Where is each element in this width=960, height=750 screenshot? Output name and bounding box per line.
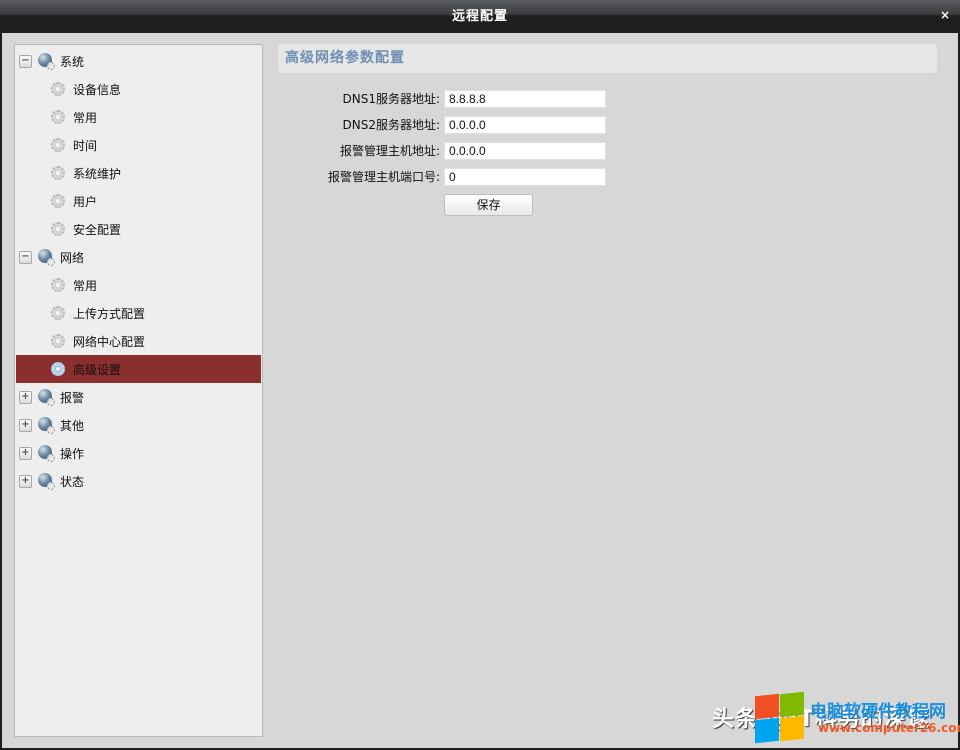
alarm-host-row: 报警管理主机地址:	[278, 142, 608, 160]
gear-icon	[51, 110, 65, 124]
gear-icon	[51, 82, 65, 96]
tree-group-alarm[interactable]: + 报警	[15, 383, 262, 411]
config-tree: − 系统 设备信息 常用 时间 系统维护 用户 安全配置 − 网络 常用 上传方…	[14, 44, 263, 737]
dns2-row: DNS2服务器地址:	[278, 116, 608, 134]
section-header: 高级网络参数配置	[278, 44, 937, 73]
alarm-port-label: 报警管理主机端口号:	[327, 170, 440, 184]
gear-icon	[51, 278, 65, 292]
globe-gear-icon	[38, 417, 55, 434]
tree-group-operation[interactable]: + 操作	[15, 439, 262, 467]
globe-gear-icon	[38, 445, 55, 462]
collapse-toggle-icon[interactable]: −	[19, 250, 32, 264]
tree-item-time[interactable]: 时间	[15, 131, 262, 159]
tree-group-label: 操作	[60, 446, 85, 461]
gear-icon	[51, 222, 65, 236]
globe-gear-icon	[38, 473, 55, 490]
alarm-host-input[interactable]	[444, 142, 606, 160]
tree-item-label: 高级设置	[73, 362, 122, 377]
expand-toggle-icon[interactable]: +	[19, 474, 32, 488]
tree-group-system[interactable]: − 系统	[15, 47, 262, 75]
tree-item-maintenance[interactable]: 系统维护	[15, 159, 262, 187]
close-icon[interactable]: ×	[938, 8, 952, 22]
window-title: 远程配置	[451, 9, 508, 24]
expand-toggle-icon[interactable]: +	[19, 390, 32, 404]
save-button[interactable]: 保存	[444, 194, 533, 216]
alarm-port-row: 报警管理主机端口号:	[278, 168, 608, 186]
tree-item-network-center[interactable]: 网络中心配置	[15, 327, 262, 355]
dns2-input[interactable]	[444, 116, 606, 134]
tree-item-label: 常用	[73, 110, 98, 125]
tree-item-security[interactable]: 安全配置	[15, 215, 262, 243]
tree-group-status[interactable]: + 状态	[15, 467, 262, 495]
alarm-port-input[interactable]	[444, 168, 606, 186]
tree-group-label: 其他	[60, 418, 85, 433]
tree-group-network[interactable]: − 网络	[15, 243, 262, 271]
title-bar: 远程配置 ×	[0, 0, 960, 33]
gear-icon	[51, 306, 65, 320]
watermark-site-name: 电脑软硬件教程网	[810, 702, 946, 722]
tree-group-label: 状态	[60, 474, 85, 489]
tree-group-label: 报警	[60, 390, 85, 405]
tree-item-upload-mode[interactable]: 上传方式配置	[15, 299, 262, 327]
dns1-label: DNS1服务器地址:	[342, 92, 440, 106]
collapse-toggle-icon[interactable]: −	[19, 54, 32, 68]
tree-item-label: 设备信息	[73, 82, 122, 97]
gear-icon	[51, 194, 65, 208]
dns2-label: DNS2服务器地址:	[342, 118, 440, 132]
tree-item-device-info[interactable]: 设备信息	[15, 75, 262, 103]
watermark-site-url: www.computer26.com	[818, 721, 960, 735]
expand-toggle-icon[interactable]: +	[19, 418, 32, 432]
tree-item-label: 用户	[73, 194, 98, 209]
tree-group-other[interactable]: + 其他	[15, 411, 262, 439]
gear-icon	[51, 166, 65, 180]
tree-item-users[interactable]: 用户	[15, 187, 262, 215]
gear-icon	[51, 138, 65, 152]
globe-gear-icon	[38, 53, 55, 70]
tree-item-general[interactable]: 常用	[15, 103, 262, 131]
watermark-overlay: 头条 @IT科男的深邃 电脑软硬件教程网 www.computer26.com	[712, 691, 960, 745]
expand-toggle-icon[interactable]: +	[19, 446, 32, 460]
globe-gear-icon	[38, 249, 55, 266]
tree-item-advanced-settings[interactable]: 高级设置	[16, 355, 261, 383]
tree-item-label: 上传方式配置	[73, 306, 146, 321]
windows-logo-icon	[755, 691, 805, 744]
gear-icon	[51, 362, 65, 376]
tree-item-label: 时间	[73, 138, 98, 153]
tree-item-label: 常用	[73, 278, 98, 293]
dns1-input[interactable]	[444, 90, 606, 108]
globe-gear-icon	[38, 389, 55, 406]
gear-icon	[51, 334, 65, 348]
tree-group-label: 系统	[60, 54, 85, 69]
tree-item-label: 系统维护	[73, 166, 122, 181]
alarm-host-label: 报警管理主机地址:	[339, 144, 440, 158]
tree-group-label: 网络	[60, 250, 85, 265]
tree-item-label: 网络中心配置	[73, 334, 146, 349]
tree-item-label: 安全配置	[73, 222, 122, 237]
window-client-area: − 系统 设备信息 常用 时间 系统维护 用户 安全配置 − 网络 常用 上传方…	[2, 33, 958, 748]
section-title: 高级网络参数配置	[285, 50, 405, 66]
dns1-row: DNS1服务器地址:	[278, 90, 608, 108]
tree-item-network-general[interactable]: 常用	[15, 271, 262, 299]
